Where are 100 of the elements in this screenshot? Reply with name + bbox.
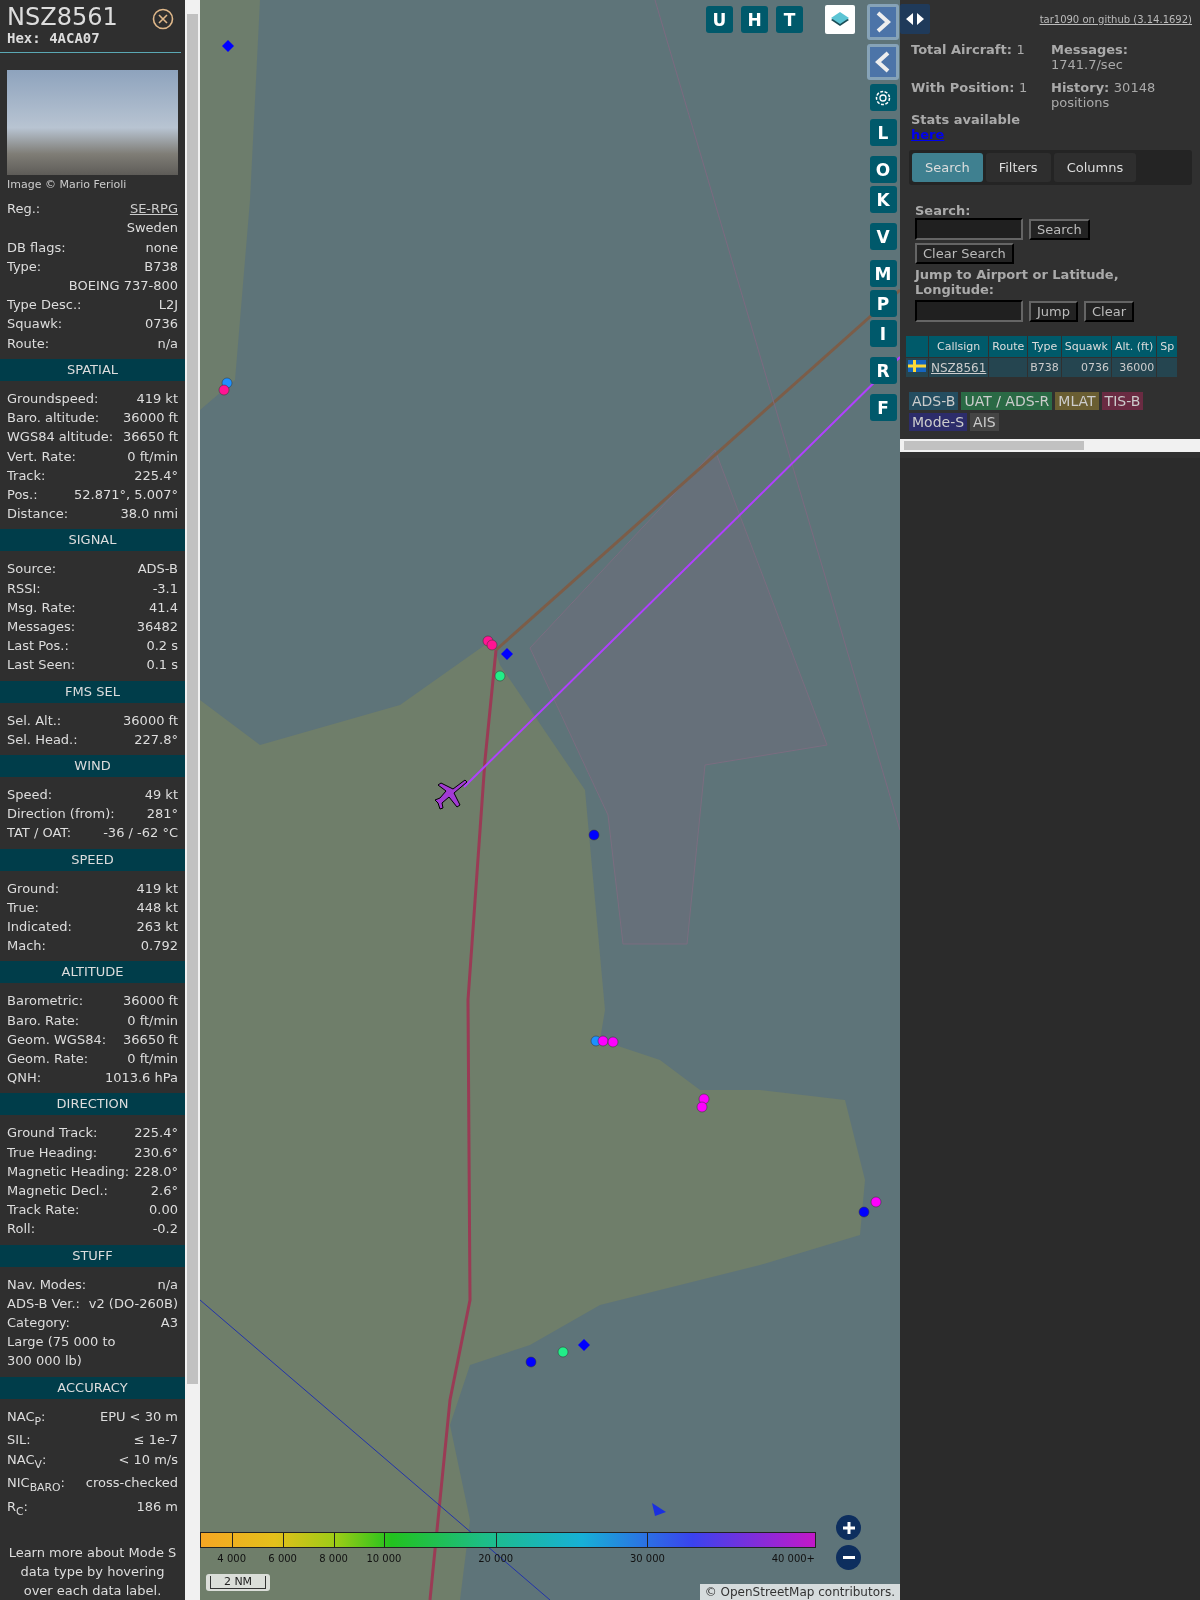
settings-button[interactable] — [869, 84, 897, 111]
field-label: True Heading: — [7, 1143, 98, 1162]
tab[interactable]: Columns — [1053, 153, 1137, 182]
scrollbar[interactable] — [185, 0, 200, 1600]
stat-text: With Position: 1 — [911, 80, 1029, 97]
search-button[interactable]: Search — [1029, 218, 1090, 240]
map-toggle-button[interactable]: R — [869, 357, 897, 384]
field-value: 263 kt — [136, 917, 178, 936]
source-tag: AIS — [970, 413, 999, 431]
column-header[interactable]: Callsign — [929, 336, 989, 357]
field-label: QNH: — [7, 1069, 42, 1088]
field-value: 36650 ft — [123, 1030, 178, 1049]
table-cell: 36000 — [1111, 358, 1157, 377]
previous-button[interactable] — [867, 44, 899, 80]
field-value: 38.0 nmi — [120, 505, 178, 524]
map-toggle-button[interactable]: K — [869, 186, 897, 213]
registration-link[interactable]: SE-RPG — [129, 199, 178, 219]
section-header: WIND — [0, 754, 185, 777]
map-toggle-button[interactable]: I — [869, 320, 897, 347]
field-label: Magnetic Heading: — [7, 1162, 130, 1181]
map-toggle-button[interactable]: H — [741, 6, 768, 33]
horizontal-scrollbar[interactable] — [900, 439, 1200, 452]
section-header: FMS SEL — [0, 680, 185, 703]
section-header: SPATIAL — [0, 358, 185, 381]
field-label: Last Seen: — [7, 656, 76, 675]
field-value: -36 / -62 °C — [103, 824, 178, 843]
column-header[interactable]: Route — [989, 336, 1028, 357]
field-label: Source: — [7, 560, 57, 579]
field-label: Roll: — [7, 1220, 35, 1239]
field-label: Ground: — [7, 879, 60, 898]
field-label: Baro. Rate: — [7, 1011, 80, 1030]
field-value: 281° — [146, 805, 178, 824]
field-value: 228.0° — [134, 1162, 178, 1181]
column-header[interactable]: Squawk — [1061, 336, 1111, 357]
field-value: B738 — [144, 257, 178, 276]
field-value: -0.2 — [152, 1220, 178, 1239]
field-value: 36650 ft — [123, 428, 178, 447]
source-tag: ADS-B — [909, 392, 959, 410]
jump-button[interactable]: Jump — [1029, 300, 1078, 322]
field-value: 1013.6 hPa — [104, 1069, 178, 1088]
field-label: Last Pos.: — [7, 637, 69, 656]
search-field[interactable] — [915, 218, 1023, 240]
map-toggle-button[interactable]: M — [869, 260, 897, 287]
map-toggle-button[interactable]: O — [869, 156, 897, 183]
field-value: 225.4° — [134, 466, 178, 485]
field-value: < 10 m/s — [118, 1450, 178, 1469]
panel-toggle-button[interactable] — [900, 4, 930, 34]
photo-credit: Image © Mario Ferioli — [7, 178, 128, 192]
tab[interactable]: Filters — [985, 153, 1051, 182]
field-label: Vert. Rate: — [7, 447, 76, 466]
column-header[interactable]: Type — [1028, 336, 1061, 357]
source-tag: TIS-B — [1101, 392, 1144, 410]
field-label: Squawk: — [7, 315, 63, 334]
chevron-left-icon — [875, 50, 891, 74]
search-label: Search: — [915, 203, 972, 218]
layers-icon[interactable] — [825, 5, 855, 34]
field-label: NAC$_{V}$: — [7, 1450, 47, 1473]
field-label: R$_{C}$: — [7, 1498, 28, 1520]
attribution-link[interactable]: OpenStreetMap — [720, 1585, 815, 1599]
next-button[interactable] — [867, 4, 899, 40]
column-header[interactable]: Alt. (ft) — [1111, 336, 1157, 357]
field-label: Mach: — [7, 937, 46, 956]
field-value: 0.1 s — [146, 656, 178, 675]
field-value: A3 — [160, 1314, 178, 1332]
field-label: WGS84 altitude: — [7, 428, 114, 447]
altitude-label: 20 000 — [478, 1553, 514, 1564]
source-tag: Mode-S — [909, 413, 968, 431]
field-value: ADS-B — [137, 560, 178, 579]
field-label: Distance: — [7, 505, 69, 524]
clear-button[interactable]: Clear — [1084, 300, 1134, 322]
map-toggle-button[interactable]: L — [869, 119, 897, 146]
version-link[interactable]: tar1090 on github (3.14.1692) — [1039, 14, 1192, 25]
section-header: ALTITUDE — [0, 961, 185, 984]
field-value: -3.1 — [152, 579, 178, 598]
altitude-label: 10 000 — [366, 1553, 402, 1564]
field-label: Type: — [7, 257, 42, 276]
section-header: SPEED — [0, 848, 185, 871]
field-label: Ground Track: — [7, 1124, 98, 1143]
map-toggle-button[interactable]: P — [869, 290, 897, 317]
map-toggle-button[interactable]: V — [869, 223, 897, 250]
map-toggle-button[interactable]: T — [776, 6, 803, 33]
stats-note: Stats available — [911, 112, 1021, 127]
help-text: Learn more about Mode S data type by hovering over each data label. — [7, 1544, 178, 1600]
field-value: 186 m — [136, 1498, 178, 1517]
scale-bar: 2 NM — [210, 1576, 266, 1589]
field-value: 227.8° — [134, 730, 178, 749]
close-icon[interactable] — [152, 8, 174, 30]
map-toggle-button[interactable]: U — [706, 6, 733, 33]
field-value: 2.6° — [150, 1182, 178, 1200]
field-value: none — [145, 238, 178, 257]
clear-search-button[interactable]: Clear Search — [915, 243, 1014, 264]
column-header[interactable]: Sp — [1157, 336, 1178, 357]
field-value: 419 kt — [136, 389, 178, 408]
altitude-label: 6 000 — [268, 1553, 297, 1564]
map-toggle-button[interactable]: F — [869, 394, 897, 421]
field-value: L2J — [158, 296, 178, 315]
field-label: Reg.: — [7, 200, 41, 219]
field-value: 0 ft/min — [127, 1049, 178, 1068]
jump-field[interactable] — [915, 300, 1023, 322]
callsign-link[interactable]: NSZ8561 — [931, 360, 987, 375]
